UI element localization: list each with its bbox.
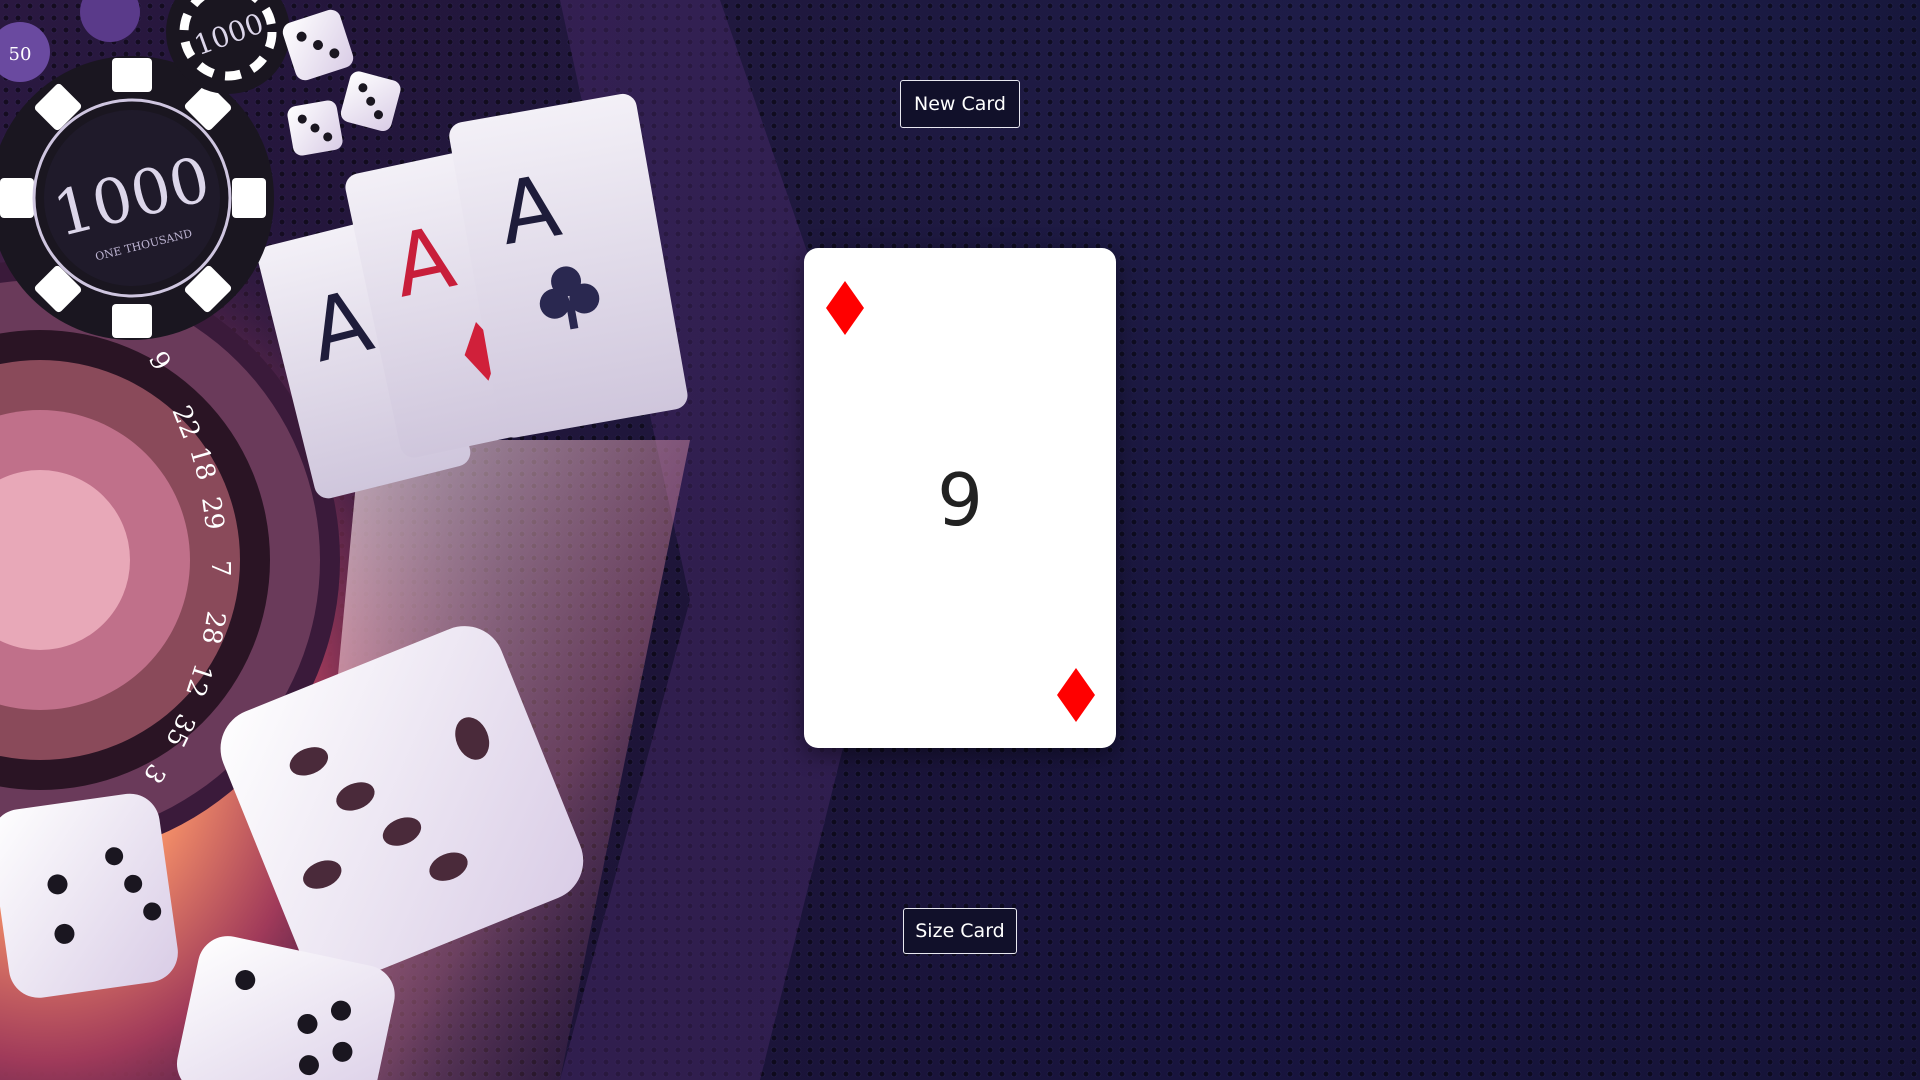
playing-card: 9 [804, 248, 1116, 748]
card-rank: 9 [937, 458, 983, 542]
new-card-button[interactable]: New Card [900, 80, 1020, 128]
page-background: 9 22 18 29 7 28 12 35 3 A A A 1000 ONE T… [0, 0, 1920, 1080]
diamond-icon [826, 281, 864, 335]
roulette-number: 28 [195, 609, 230, 647]
size-card-button[interactable]: Size Card [903, 908, 1017, 954]
diamond-icon [1057, 668, 1095, 722]
corner-chip-value: 50 [9, 44, 32, 65]
casino-chip: 1000 ONE THOUSAND [0, 56, 274, 340]
casino-artwork: 9 22 18 29 7 28 12 35 3 A A A 1000 ONE T… [0, 0, 900, 1080]
roulette-number: 7 [205, 560, 235, 577]
roulette-number: 29 [195, 495, 229, 532]
